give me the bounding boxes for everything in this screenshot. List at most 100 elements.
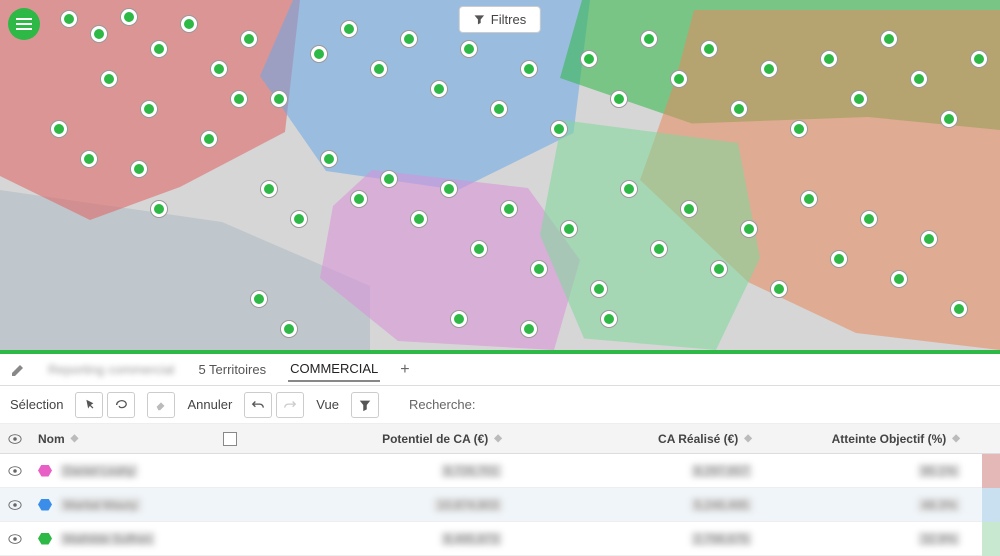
map-marker[interactable] (760, 60, 778, 78)
lasso-select-button[interactable] (107, 392, 135, 418)
tab-commercial[interactable]: COMMERCIAL (288, 357, 380, 382)
map-marker[interactable] (970, 50, 988, 68)
map-marker[interactable] (210, 60, 228, 78)
sort-icon[interactable]: ◆ (71, 433, 79, 444)
map-marker[interactable] (740, 220, 758, 238)
map-marker[interactable] (770, 280, 788, 298)
row-color-bar (982, 522, 1000, 556)
map-marker[interactable] (830, 250, 848, 268)
map-marker[interactable] (490, 100, 508, 118)
map-marker[interactable] (410, 210, 428, 228)
eye-icon[interactable] (8, 465, 22, 477)
map-marker[interactable] (920, 230, 938, 248)
map-marker[interactable] (470, 240, 488, 258)
map-marker[interactable] (350, 190, 368, 208)
map-marker[interactable] (640, 30, 658, 48)
map-marker[interactable] (50, 120, 68, 138)
map-marker[interactable] (700, 40, 718, 58)
map-marker[interactable] (400, 30, 418, 48)
add-tab-button[interactable]: + (400, 361, 409, 379)
tab-blurred[interactable]: Reporting commercial (46, 358, 176, 381)
undo-button[interactable] (244, 392, 272, 418)
map-marker[interactable] (140, 100, 158, 118)
map-marker[interactable] (320, 150, 338, 168)
map-marker[interactable] (370, 60, 388, 78)
map-marker[interactable] (880, 30, 898, 48)
map-marker[interactable] (270, 90, 288, 108)
table-row[interactable]: Daniel Leahy8,726,7018,297,65795.1% (0, 454, 1000, 488)
map-marker[interactable] (710, 260, 728, 278)
map-marker[interactable] (860, 210, 878, 228)
sort-icon[interactable]: ◆ (494, 433, 502, 444)
map-area[interactable]: Filtres (0, 0, 1000, 350)
map-marker[interactable] (380, 170, 398, 188)
map-marker[interactable] (340, 20, 358, 38)
eye-icon[interactable] (8, 433, 22, 445)
map-marker[interactable] (530, 260, 548, 278)
map-marker[interactable] (680, 200, 698, 218)
map-marker[interactable] (940, 110, 958, 128)
redo-button[interactable] (276, 392, 304, 418)
map-marker[interactable] (550, 120, 568, 138)
tab-territoires[interactable]: 5 Territoires (196, 358, 268, 381)
table-row[interactable]: Martial Maury10,874,8035,246,49548.3% (0, 488, 1000, 522)
map-marker[interactable] (800, 190, 818, 208)
select-all-checkbox[interactable] (223, 432, 237, 446)
map-marker[interactable] (450, 310, 468, 328)
map-marker[interactable] (890, 270, 908, 288)
map-marker[interactable] (580, 50, 598, 68)
map-marker[interactable] (310, 45, 328, 63)
map-marker[interactable] (950, 300, 968, 318)
map-marker[interactable] (730, 100, 748, 118)
funnel-icon (474, 14, 485, 25)
eye-icon[interactable] (8, 499, 22, 511)
map-marker[interactable] (60, 10, 78, 28)
view-filter-button[interactable] (351, 392, 379, 418)
map-marker[interactable] (600, 310, 618, 328)
map-marker[interactable] (910, 70, 928, 88)
map-marker[interactable] (130, 160, 148, 178)
eye-icon[interactable] (8, 533, 22, 545)
map-marker[interactable] (440, 180, 458, 198)
table-row[interactable]: Mathilde Suffren8,495,8732,798,67532.9% (0, 522, 1000, 556)
map-marker[interactable] (500, 200, 518, 218)
map-marker[interactable] (670, 70, 688, 88)
map-marker[interactable] (820, 50, 838, 68)
map-marker[interactable] (620, 180, 638, 198)
map-marker[interactable] (100, 70, 118, 88)
map-marker[interactable] (240, 30, 258, 48)
map-marker[interactable] (560, 220, 578, 238)
map-marker[interactable] (280, 320, 298, 338)
map-marker[interactable] (290, 210, 308, 228)
col-ca: CA Réalisé (€) (658, 432, 738, 446)
sort-icon[interactable]: ◆ (952, 433, 960, 444)
filters-button[interactable]: Filtres (459, 6, 541, 33)
map-marker[interactable] (520, 60, 538, 78)
eraser-icon (154, 398, 168, 412)
map-marker[interactable] (150, 40, 168, 58)
sort-icon[interactable]: ◆ (744, 433, 752, 444)
map-marker[interactable] (230, 90, 248, 108)
map-marker[interactable] (610, 90, 628, 108)
edit-icon[interactable] (10, 362, 26, 378)
map-marker[interactable] (460, 40, 478, 58)
map-marker[interactable] (250, 290, 268, 308)
map-marker[interactable] (650, 240, 668, 258)
row-obj: 32.9% (918, 532, 960, 546)
map-marker[interactable] (590, 280, 608, 298)
map-marker[interactable] (260, 180, 278, 198)
menu-button[interactable] (8, 8, 40, 40)
map-marker[interactable] (90, 25, 108, 43)
map-marker[interactable] (520, 320, 538, 338)
eraser-button[interactable] (147, 392, 175, 418)
map-marker[interactable] (430, 80, 448, 98)
point-select-button[interactable] (75, 392, 103, 418)
map-marker[interactable] (180, 15, 198, 33)
map-marker[interactable] (790, 120, 808, 138)
annuler-label: Annuler (187, 397, 232, 412)
map-marker[interactable] (80, 150, 98, 168)
map-marker[interactable] (150, 200, 168, 218)
map-marker[interactable] (120, 8, 138, 26)
map-marker[interactable] (850, 90, 868, 108)
map-marker[interactable] (200, 130, 218, 148)
